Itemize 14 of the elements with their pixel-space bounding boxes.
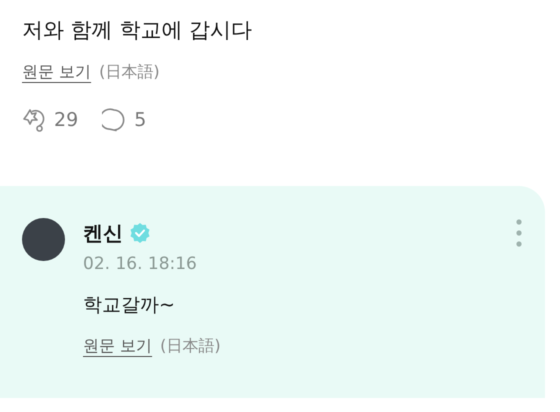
reaction-icon[interactable]: [22, 107, 46, 133]
post-text: 저와 함께 학교에 갑시다: [22, 17, 254, 44]
author-name: 켄신: [83, 220, 123, 246]
reply-time: 02. 16. 18:16: [83, 254, 198, 274]
view-original-link[interactable]: 원문 보기: [22, 62, 92, 83]
original-language: (日本語): [99, 62, 160, 83]
avatar: [22, 218, 65, 261]
reply-text: 학교갈까~: [83, 293, 176, 318]
view-original-link[interactable]: 원문 보기: [83, 336, 152, 357]
reaction-count: 29: [54, 109, 78, 131]
original-language: (日本語): [160, 336, 221, 357]
more-options-icon[interactable]: [515, 218, 523, 248]
comment-count: 5: [134, 109, 146, 131]
comment-icon[interactable]: [102, 108, 126, 132]
